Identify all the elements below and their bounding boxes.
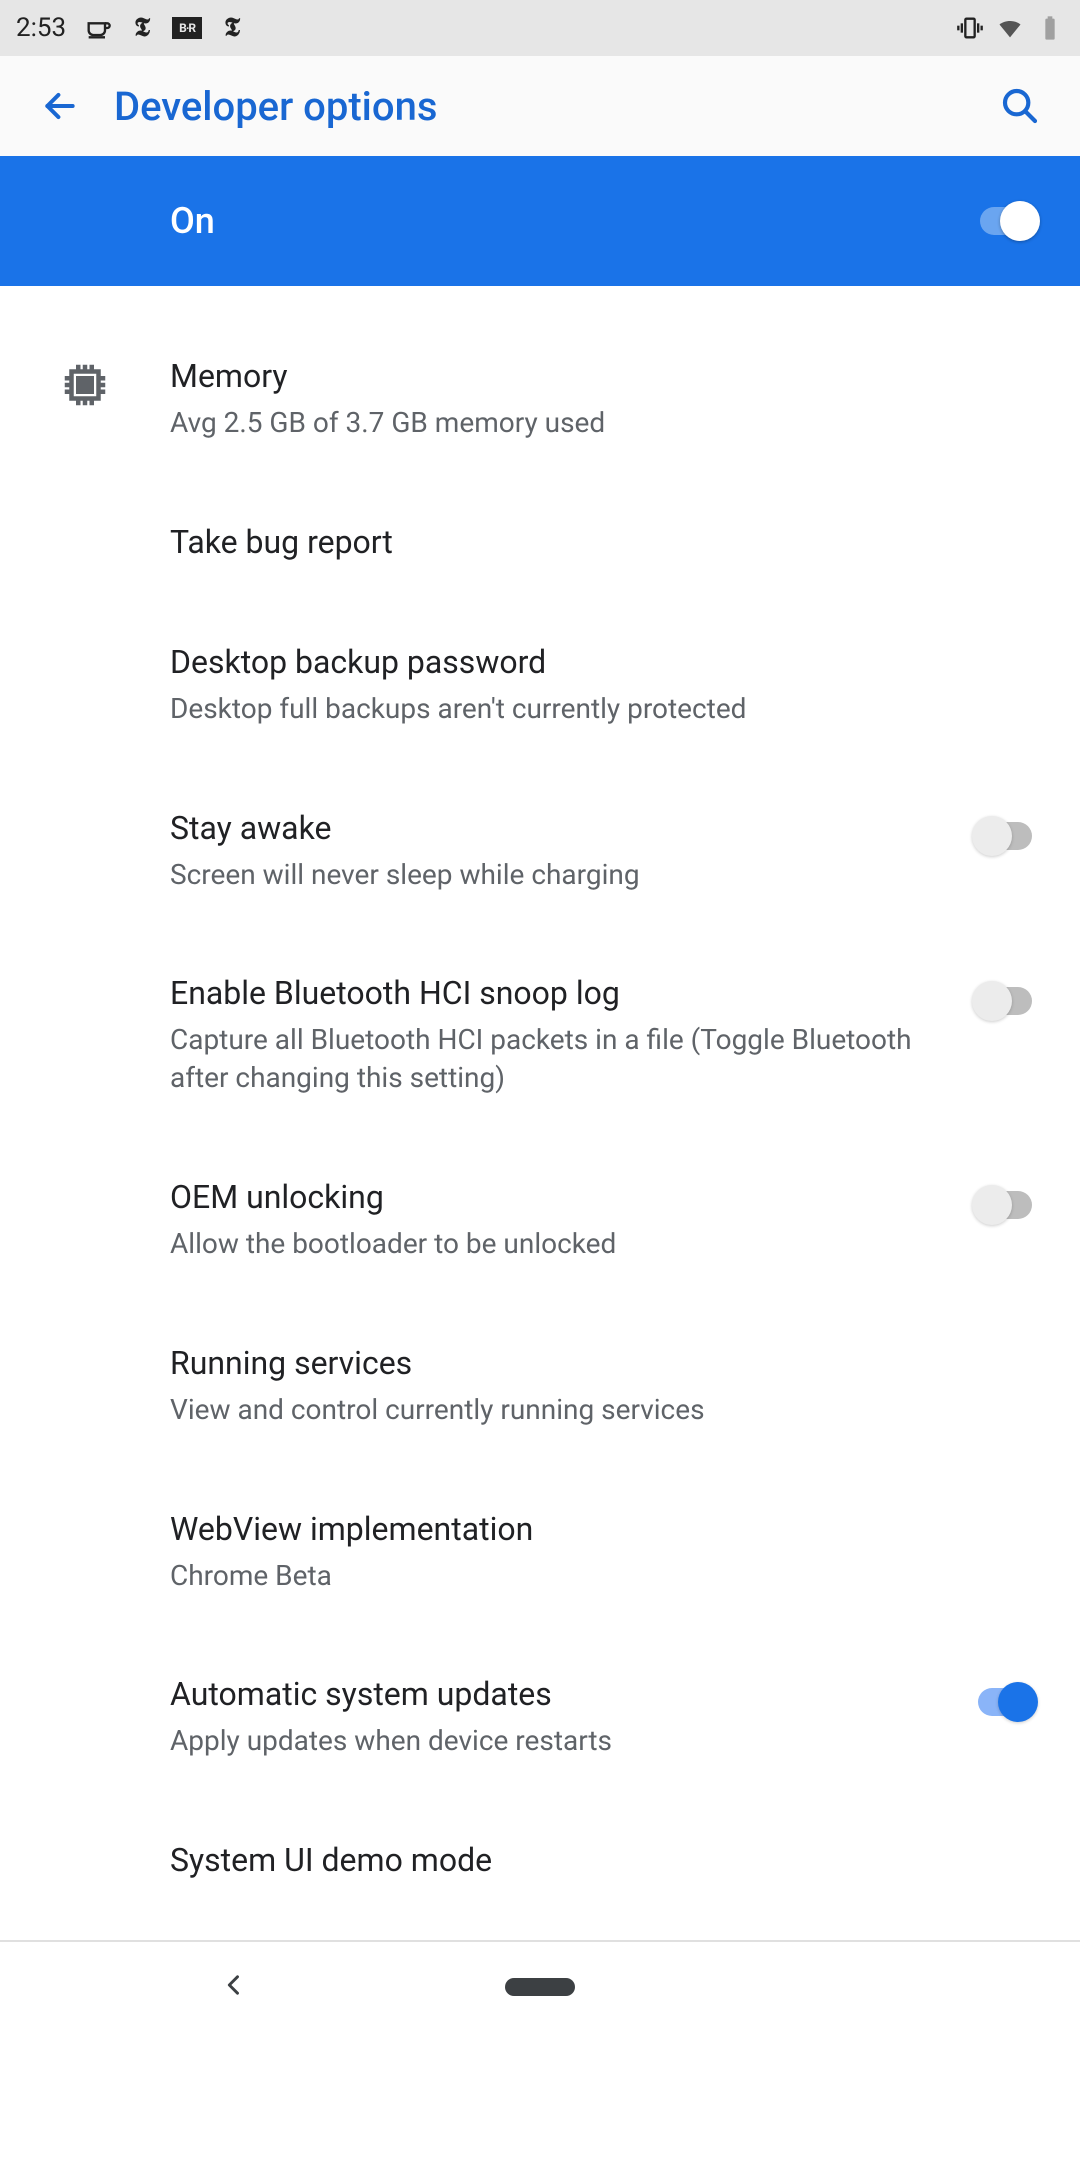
row-title: Memory [170,356,1028,396]
oem-toggle[interactable] [972,1185,1038,1225]
nav-home-pill[interactable] [505,1978,575,1996]
bt-hci-toggle[interactable] [972,981,1038,1021]
nyt-icon-2: 𝕿 [218,14,246,42]
row-running-services[interactable]: Running services View and control curren… [0,1303,1080,1469]
row-title: OEM unlocking [170,1177,952,1217]
row-auto-updates[interactable]: Automatic system updates Apply updates w… [0,1634,1080,1800]
master-toggle-label: On [170,200,974,242]
chip-icon [0,356,170,412]
row-bugreport[interactable]: Take bug report [0,482,1080,602]
vibrate-icon [956,14,984,42]
chevron-left-icon [220,1971,248,1999]
row-subtitle: Avg 2.5 GB of 3.7 GB memory used [170,404,1028,442]
auto-updates-toggle[interactable] [972,1682,1038,1722]
br-icon: B·R [172,17,202,39]
row-subtitle: Chrome Beta [170,1557,1028,1595]
row-bt-hci-log[interactable]: Enable Bluetooth HCI snoop log Capture a… [0,933,1080,1137]
search-icon [1000,86,1040,126]
nyt-icon: 𝕿 [128,14,156,42]
row-subtitle: Allow the bootloader to be unlocked [170,1225,952,1263]
row-webview[interactable]: WebView implementation Chrome Beta [0,1469,1080,1635]
settings-list: Memory Avg 2.5 GB of 3.7 GB memory used … [0,286,1080,1940]
row-stay-awake[interactable]: Stay awake Screen will never sleep while… [0,768,1080,934]
row-title: System UI demo mode [170,1840,1028,1880]
row-title: Enable Bluetooth HCI snoop log [170,973,952,1013]
row-title: Take bug report [170,522,1028,562]
status-time: 2:53 [16,13,66,43]
row-memory[interactable]: Memory Avg 2.5 GB of 3.7 GB memory used [0,316,1080,482]
master-toggle-switch[interactable] [974,201,1040,241]
row-backup-password[interactable]: Desktop backup password Desktop full bac… [0,602,1080,768]
battery-icon [1036,14,1064,42]
row-subtitle: Capture all Bluetooth HCI packets in a f… [170,1021,952,1097]
nav-back-button[interactable] [220,1971,248,2003]
row-subtitle: Desktop full backups aren't currently pr… [170,690,1028,728]
status-left: 2:53 𝕿 B·R 𝕿 [16,13,246,43]
row-title: Stay awake [170,808,952,848]
row-title: Automatic system updates [170,1674,952,1714]
app-header: Developer options [0,56,1080,156]
coffee-icon [84,14,112,42]
row-title: Desktop backup password [170,642,1028,682]
status-right [956,14,1064,42]
row-subtitle: View and control currently running servi… [170,1391,1028,1429]
arrow-back-icon [41,87,79,125]
navigation-bar [0,1942,1080,2032]
stay-awake-toggle[interactable] [972,816,1038,856]
search-button[interactable] [992,78,1048,134]
status-bar: 2:53 𝕿 B·R 𝕿 [0,0,1080,56]
header-title: Developer options [114,83,992,130]
row-title: WebView implementation [170,1509,1028,1549]
master-toggle-row[interactable]: On [0,156,1080,286]
back-button[interactable] [32,78,88,134]
wifi-icon [996,14,1024,42]
row-sysui-demo[interactable]: System UI demo mode [0,1800,1080,1900]
row-title: Running services [170,1343,1028,1383]
row-oem-unlocking[interactable]: OEM unlocking Allow the bootloader to be… [0,1137,1080,1303]
row-subtitle: Apply updates when device restarts [170,1722,952,1760]
status-notif-icons: 𝕿 B·R 𝕿 [84,14,246,42]
row-subtitle: Screen will never sleep while charging [170,856,952,894]
